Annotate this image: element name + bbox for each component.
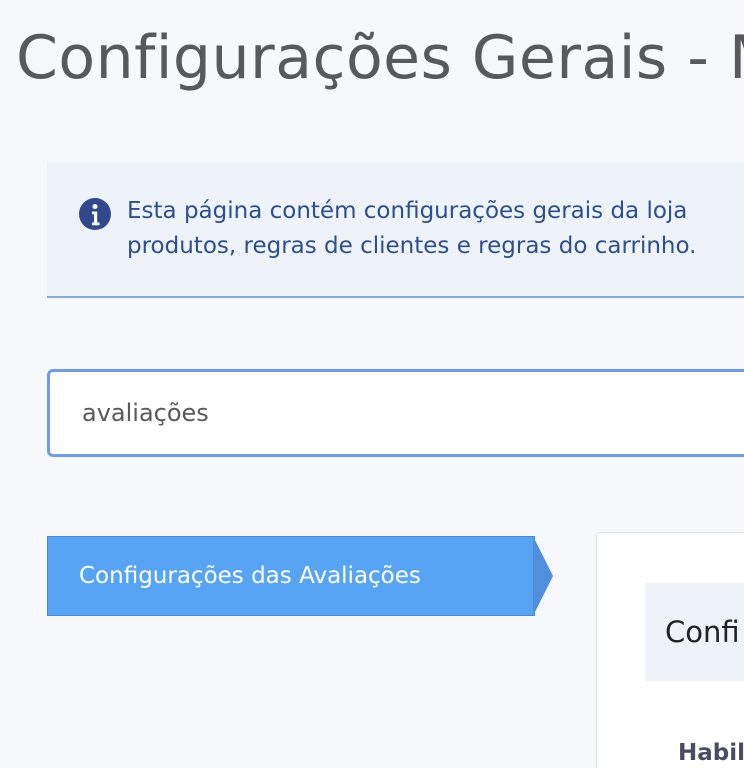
panel-field-label: Habil [678, 740, 744, 766]
info-text-line-2: produtos, regras de clientes e regras do… [127, 233, 697, 259]
info-message: Esta página contém configurações gerais … [47, 162, 744, 298]
sidebar-item-label: Configurações das Avaliações [79, 563, 421, 589]
info-text-line-1: Esta página contém configurações gerais … [127, 198, 688, 224]
settings-page: Configurações Gerais - M Esta página con… [0, 0, 744, 768]
active-menu-arrow [533, 536, 553, 616]
review-settings-panel: Confi Habil [596, 532, 744, 768]
info-icon [79, 198, 111, 230]
sidebar-item-review-settings[interactable]: Configurações das Avaliações [47, 536, 535, 616]
info-text: Esta página contém configurações gerais … [127, 194, 744, 264]
panel-header: Confi [645, 583, 744, 681]
search-input[interactable] [47, 369, 744, 457]
page-title: Configurações Gerais - M [16, 23, 744, 93]
panel-title: Confi [665, 615, 740, 649]
